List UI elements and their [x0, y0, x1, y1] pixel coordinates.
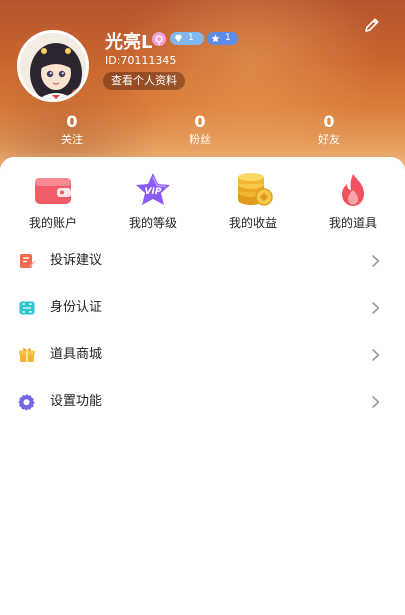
complaint-icon	[20, 254, 35, 268]
menu-item-settings[interactable]: 设置功能	[0, 383, 405, 419]
stat-fans[interactable]: 0 粉丝	[170, 112, 230, 147]
menu-item-label: 道具商城	[50, 347, 103, 362]
chevron-right-icon	[372, 302, 380, 314]
chevron-right-icon	[372, 396, 380, 408]
wallet-icon	[35, 178, 71, 204]
svg-text:VIP: VIP	[145, 187, 162, 197]
following-label: 关注	[61, 133, 83, 146]
user-id: ID:70111345	[105, 54, 177, 67]
star-level: 1	[225, 33, 231, 43]
profile-header: 光亮L 1 1 ID:70111345 查看个人资料 0 关注 0 粉丝 0 好…	[0, 0, 405, 175]
menu-card: 我的账户 VIP 我的等级 我的收益 我的道具 投诉建议 身份认证 道具商城 设…	[0, 157, 405, 615]
quick-action-level[interactable]: VIP 我的等级	[108, 172, 198, 231]
quick-action-label: 我的等级	[128, 216, 177, 230]
stat-friends[interactable]: 0 好友	[299, 112, 359, 147]
quick-action-label: 我的收益	[228, 216, 277, 230]
vip-star-icon: VIP	[136, 173, 170, 205]
star-icon	[211, 34, 220, 43]
edit-icon[interactable]	[363, 16, 381, 34]
friends-count: 0	[323, 112, 335, 131]
following-count: 0	[66, 112, 78, 131]
fans-label: 粉丝	[189, 133, 211, 146]
avatar-illustration	[20, 33, 86, 99]
view-profile-button[interactable]: 查看个人资料	[103, 72, 185, 90]
id-scan-icon	[19, 301, 35, 315]
menu-item-label: 身份认证	[50, 300, 103, 315]
menu-item-label: 设置功能	[50, 394, 103, 409]
quick-action-label: 我的道具	[328, 216, 377, 230]
chevron-right-icon	[372, 349, 380, 361]
username: 光亮L	[105, 32, 153, 53]
star-level-badge: 1	[207, 32, 238, 45]
diamond-icon	[174, 34, 183, 43]
gift-box-icon	[19, 348, 35, 362]
coins-icon	[238, 173, 273, 206]
menu-item-label: 投诉建议	[50, 253, 103, 268]
quick-action-account[interactable]: 我的账户	[8, 172, 98, 231]
quick-action-props[interactable]: 我的道具	[308, 172, 398, 231]
friends-label: 好友	[318, 133, 340, 146]
avatar[interactable]	[17, 30, 89, 102]
menu-item-identity[interactable]: 身份认证	[0, 289, 405, 325]
diamond-level: 1	[188, 33, 194, 43]
menu-item-prop-store[interactable]: 道具商城	[0, 336, 405, 372]
chevron-right-icon	[372, 255, 380, 267]
quick-action-label: 我的账户	[28, 216, 77, 230]
gear-icon	[18, 394, 35, 411]
flame-icon	[342, 174, 364, 206]
quick-action-earnings[interactable]: 我的收益	[208, 172, 298, 231]
stat-following[interactable]: 0 关注	[42, 112, 102, 147]
menu-item-complaint[interactable]: 投诉建议	[0, 242, 405, 278]
fans-count: 0	[194, 112, 206, 131]
gender-female-icon	[152, 32, 166, 46]
diamond-level-badge: 1	[170, 32, 204, 45]
